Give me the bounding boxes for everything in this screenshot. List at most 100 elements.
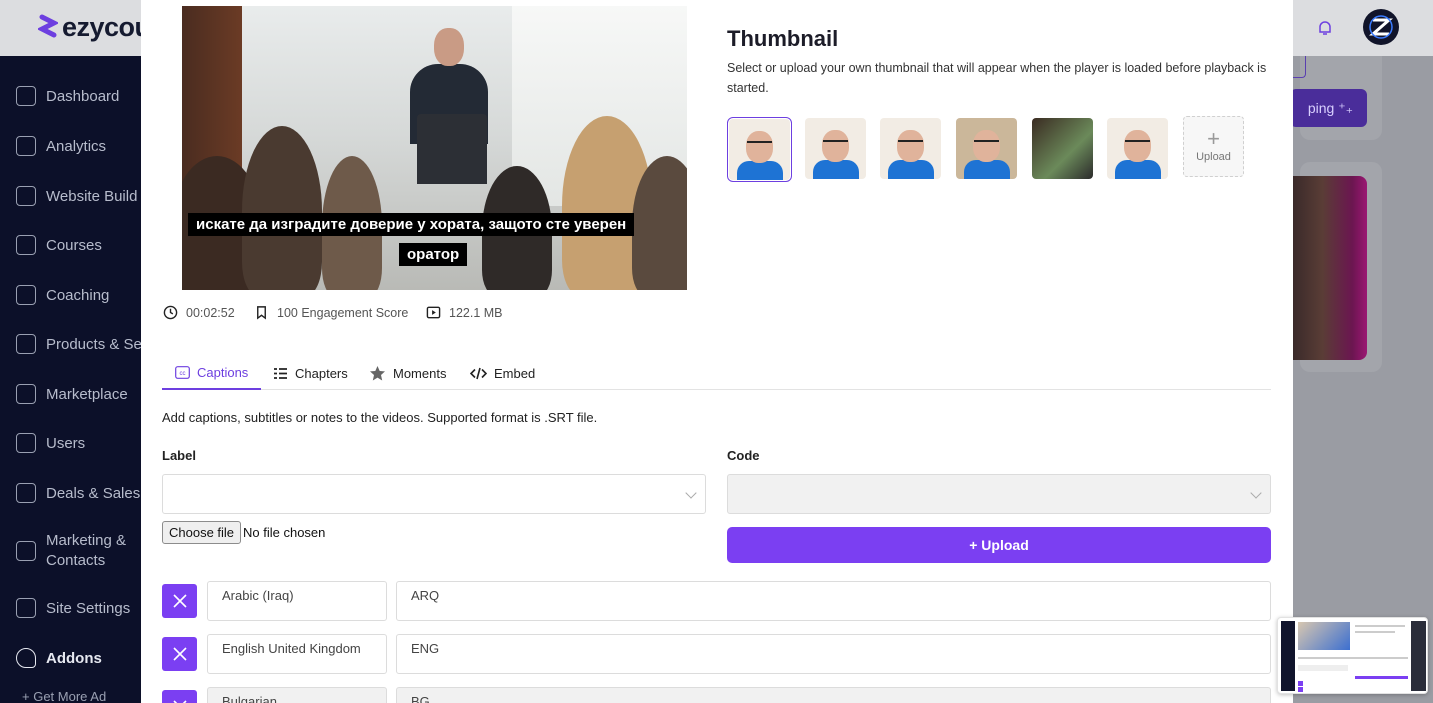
mini-modal — [1295, 621, 1411, 692]
sidebar-item-products[interactable]: Products & Se — [0, 324, 141, 364]
deals-icon — [16, 483, 36, 503]
settings-icon — [16, 598, 36, 618]
thumbnail-description: Select or upload your own thumbnail that… — [727, 61, 1267, 95]
mini-line — [1355, 625, 1405, 627]
tab-label: Captions — [197, 364, 249, 380]
video-duration: 00:02:52 — [163, 305, 235, 320]
sidebar-item-label: Marketplace — [46, 385, 128, 403]
thumbnail-option[interactable] — [956, 118, 1017, 179]
sidebar-item-deals[interactable]: Deals & Sales — [0, 473, 141, 513]
notification-bell-icon[interactable] — [1310, 13, 1340, 43]
coaching-icon — [16, 285, 36, 305]
logo[interactable]: ezycou — [38, 12, 151, 43]
sidebar-item-website-builder[interactable]: Website Build — [0, 176, 141, 216]
sidebar-item-label: Courses — [46, 236, 102, 254]
video-caption-line: искате да изградите доверие у хората, за… — [188, 213, 635, 236]
tab-moments[interactable]: Moments — [369, 356, 446, 390]
captions-description: Add captions, subtitles or notes to the … — [162, 410, 598, 425]
tab-captions[interactable]: cc Captions — [162, 356, 262, 390]
sidebar-item-label: Website Build — [46, 187, 138, 205]
sidebar-sub-item-get-more-addons[interactable]: + Get More Ad — [22, 689, 106, 703]
thumbnail-upload-button[interactable]: + Upload — [1183, 116, 1244, 177]
mini-upload-bar — [1355, 676, 1408, 679]
dashboard-icon — [16, 86, 36, 106]
avatar[interactable] — [1363, 9, 1399, 45]
sidebar-item-label: Deals & Sales — [46, 484, 141, 502]
thumbnail-option-selected[interactable] — [727, 117, 792, 182]
cc-icon: cc — [175, 365, 190, 379]
video-file-icon — [426, 306, 441, 319]
sidebar: Dashboard Analytics Website Build Course… — [0, 56, 141, 703]
sidebar-item-addons[interactable]: Addons — [0, 638, 141, 678]
courses-icon — [16, 235, 36, 255]
caption-code-cell[interactable]: BG — [396, 687, 1271, 703]
tab-embed[interactable]: Embed — [470, 356, 535, 390]
sidebar-item-dashboard[interactable]: Dashboard — [0, 76, 141, 116]
logo-mark-icon — [38, 14, 58, 37]
caption-label-cell[interactable]: Arabic (Iraq) — [207, 581, 387, 621]
sidebar-item-label: Site Settings — [46, 599, 131, 617]
star-icon — [370, 365, 385, 380]
code-icon — [470, 367, 487, 379]
label-field-label: Label — [162, 448, 196, 463]
mini-line — [1355, 631, 1395, 633]
screenshot-preview-thumbnail[interactable] — [1277, 617, 1428, 694]
sidebar-item-marketing[interactable]: Marketing & Contacts — [0, 531, 135, 575]
sidebar-item-label: Users — [46, 434, 86, 452]
sidebar-item-label: Dashboard — [46, 87, 120, 105]
background-action-button: ping ⁺₊ — [1290, 89, 1367, 127]
sidebar-item-courses[interactable]: Courses — [0, 225, 141, 265]
sidebar-item-analytics[interactable]: Analytics — [0, 126, 141, 166]
caption-label-cell[interactable]: English United Kingdom — [207, 634, 387, 674]
thumbnail-option[interactable] — [805, 118, 866, 179]
caption-upload-button[interactable]: + Upload — [727, 527, 1271, 563]
sidebar-item-marketplace[interactable]: Marketplace — [0, 374, 141, 414]
sidebar-item-label: Analytics — [46, 137, 107, 155]
video-scene-podium — [417, 114, 487, 184]
thumbnail-title: Thumbnail — [727, 26, 839, 51]
tab-label: Chapters — [295, 365, 348, 381]
size-text: 122.1 MB — [449, 305, 503, 320]
marketplace-icon — [16, 384, 36, 404]
caption-label-cell[interactable]: Bulgarian — [207, 687, 387, 703]
sidebar-item-site-settings[interactable]: Site Settings — [0, 588, 141, 628]
close-icon — [172, 594, 187, 608]
mini-x — [1298, 687, 1303, 692]
remove-caption-button[interactable] — [162, 690, 197, 703]
engagement-score: 100 Engagement Score — [254, 305, 408, 320]
tab-label: Moments — [393, 365, 447, 381]
users-icon — [16, 433, 36, 453]
choose-file-button[interactable]: Choose file — [162, 521, 242, 544]
label-select[interactable] — [162, 474, 706, 514]
caption-code-cell[interactable]: ENG — [396, 634, 1271, 674]
upload-label: Upload — [1196, 151, 1231, 163]
rocket-icon — [16, 648, 36, 668]
sidebar-item-label: Coaching — [46, 286, 110, 304]
sidebar-item-users[interactable]: Users — [0, 423, 141, 463]
video-size: 122.1 MB — [426, 305, 503, 320]
chevron-down-icon — [685, 487, 697, 499]
tab-chapters[interactable]: Chapters — [273, 356, 348, 390]
mini-x — [1298, 681, 1303, 686]
duration-text: 00:02:52 — [186, 305, 235, 320]
mini-line — [1298, 657, 1408, 659]
mini-line — [1298, 665, 1348, 671]
tab-bar: cc Captions Chapters Moments Embed — [162, 356, 1271, 390]
thumbnail-option[interactable] — [880, 118, 941, 179]
code-select — [727, 474, 1271, 514]
bookmark-icon — [257, 306, 266, 320]
thumbnail-option[interactable] — [1107, 118, 1168, 179]
remove-caption-button[interactable] — [162, 637, 197, 671]
tab-label: Embed — [494, 365, 536, 381]
plus-icon: + — [1207, 126, 1220, 151]
caption-code-cell[interactable]: ARQ — [396, 581, 1271, 621]
no-file-text: No file chosen — [243, 525, 326, 540]
remove-caption-button[interactable] — [162, 584, 197, 618]
thumbnail-option[interactable] — [1032, 118, 1093, 179]
sidebar-item-coaching[interactable]: Coaching — [0, 275, 141, 315]
mini-video — [1298, 622, 1350, 650]
marketing-icon — [16, 541, 36, 561]
caption-row: English United Kingdom ENG — [162, 634, 1271, 674]
video-player[interactable]: искате да изградите доверие у хората, за… — [182, 6, 687, 290]
video-settings-modal: искате да изградите доверие у хората, за… — [141, 0, 1293, 703]
